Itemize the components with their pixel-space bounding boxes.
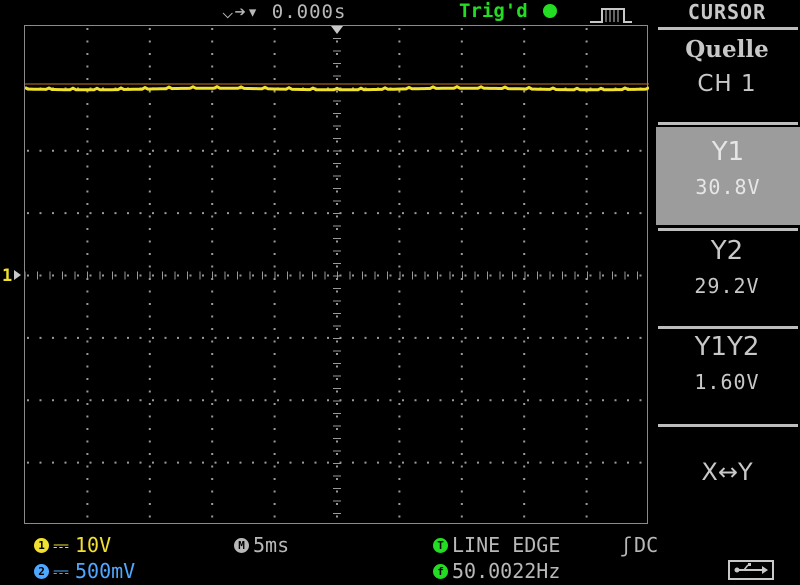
menu-title: CURSOR: [687, 0, 767, 24]
horizontal-position: ⌵➔▾ 0.000s: [222, 1, 346, 23]
ch1-icon: 1: [34, 537, 49, 553]
dc-coupling-icon: ⎓: [53, 533, 69, 557]
delta-label: Y1Y2: [694, 332, 760, 362]
horizontal-arrows-icon: ⌵➔▾: [222, 1, 260, 23]
timebase: M 5ms: [234, 533, 289, 557]
ch2-scale-value: 500mV: [75, 559, 136, 583]
y1-menu-item[interactable]: Y1 30.8V: [656, 127, 800, 225]
y1-label: Y1: [711, 137, 745, 167]
delta-menu-item[interactable]: Y1Y2 1.60V: [654, 332, 800, 394]
trigger-coupling: ʃ DC: [620, 533, 658, 557]
timebase-value: 5ms: [253, 533, 290, 557]
rising-edge-icon: ʃ: [620, 533, 633, 557]
dc-coupling-icon: ⎓: [53, 559, 69, 583]
trigger-position-marker-icon: [331, 26, 343, 34]
frequency: f 50.0022Hz: [433, 559, 560, 583]
swap-xy-label: X↔Y: [701, 458, 753, 486]
usb-icon: [728, 560, 774, 580]
trigger-coupling-value: DC: [634, 533, 659, 557]
ch1-scale: 1 ⎓ 10V: [34, 533, 111, 557]
divider: [658, 326, 798, 329]
trigger-indicator-icon: [543, 4, 557, 18]
divider: [658, 228, 798, 231]
divider: [658, 122, 798, 125]
source-value: CH 1: [697, 71, 757, 97]
divider: [658, 27, 798, 30]
timebase-icon: M: [234, 537, 249, 553]
time-offset-value: 0.000s: [271, 1, 347, 23]
source-label: Quelle: [685, 36, 769, 63]
y2-menu-item[interactable]: Y2 29.2V: [654, 236, 800, 298]
trigger-icon: T: [433, 537, 448, 553]
waveform-display: [24, 25, 649, 524]
swap-xy-menu-item[interactable]: X↔Y: [654, 458, 800, 486]
frequency-value: 50.0022Hz: [452, 559, 561, 583]
ch1-ground-arrow-icon: [14, 270, 21, 280]
trigger-mode-value: LINE EDGE: [452, 533, 561, 557]
y2-label: Y2: [710, 236, 744, 266]
cursor-menu-panel: CURSOR Quelle CH 1 Y1 30.8V Y2 29.2V Y1Y…: [654, 0, 800, 530]
bottom-status-bar: 1 ⎓ 10V 2 ⎓ 500mV M 5ms T LINE EDGE ʃ DC…: [0, 530, 800, 585]
ch1-trace: [25, 85, 649, 92]
trigger-status: Trig'd: [459, 0, 528, 22]
source-menu-item[interactable]: Quelle CH 1: [654, 36, 800, 97]
ch2-icon: 2: [34, 563, 49, 579]
trigger-mode: T LINE EDGE: [433, 533, 560, 557]
top-status-bar: ⌵➔▾ 0.000s Trig'd: [0, 0, 650, 26]
ch1-scale-value: 10V: [75, 533, 112, 557]
delta-value: 1.60V: [694, 370, 760, 394]
y1-value: 30.8V: [695, 175, 761, 199]
ch1-ground-marker: 1: [2, 266, 13, 286]
trace-layer: [25, 26, 649, 92]
ch2-scale: 2 ⎓ 500mV: [34, 559, 135, 583]
divider: [658, 424, 798, 427]
frequency-icon: f: [433, 563, 448, 579]
trigger-waveform-icon: [590, 8, 632, 23]
y2-value: 29.2V: [694, 274, 760, 298]
